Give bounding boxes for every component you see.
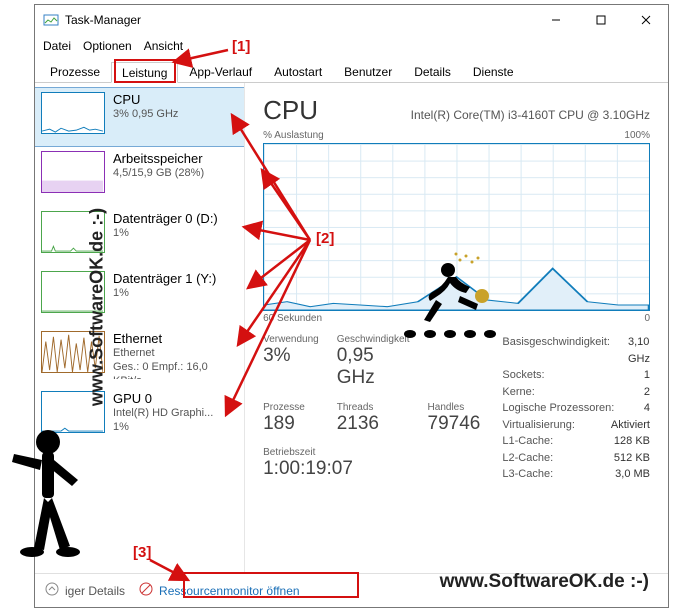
- cpu-model: Intel(R) Core(TM) i3-4160T CPU @ 3.10GHz: [411, 108, 650, 122]
- detail-val: 4: [644, 400, 650, 417]
- menu-datei[interactable]: Datei: [43, 39, 71, 53]
- task-manager-window: Task-Manager Datei Optionen Ansicht Proz…: [34, 4, 669, 608]
- menu-ansicht[interactable]: Ansicht: [144, 39, 183, 53]
- minimize-button[interactable]: [533, 5, 578, 35]
- watermark-left: www.SoftwareOK.de :-): [87, 207, 108, 405]
- detail-val: 128 KB: [614, 433, 650, 450]
- stat-label: Betriebszeit: [263, 447, 480, 458]
- close-button[interactable]: [623, 5, 668, 35]
- window-title: Task-Manager: [65, 13, 141, 27]
- tab-details[interactable]: Details: [403, 61, 462, 82]
- tab-prozesse[interactable]: Prozesse: [39, 61, 111, 82]
- tab-autostart[interactable]: Autostart: [263, 61, 333, 82]
- sidebar-item-sub: Intel(R) HD Graphi...: [113, 407, 213, 421]
- detail-key: L1-Cache:: [502, 433, 553, 450]
- menubar: Datei Optionen Ansicht: [35, 35, 668, 57]
- sidebar-item-label: Datenträger 1 (Y:): [113, 271, 216, 287]
- menu-optionen[interactable]: Optionen: [83, 39, 132, 53]
- stat-label: Verwendung: [263, 334, 319, 345]
- sidebar: CPU 3% 0,95 GHz Arbeitsspeicher 4,5/15,9…: [35, 83, 245, 573]
- sidebar-item-sub: 1%: [113, 227, 218, 241]
- detail-key: Virtualisierung:: [502, 417, 575, 434]
- detail-val: 2: [644, 384, 650, 401]
- main-pane: CPU Intel(R) Core(TM) i3-4160T CPU @ 3.1…: [245, 83, 668, 573]
- sidebar-item-sub2: Ges.: 0 Empf.: 16,0 KBit/s: [113, 361, 238, 379]
- tab-appverlauf[interactable]: App-Verlauf: [178, 61, 263, 82]
- page-title: CPU: [263, 95, 318, 126]
- detail-val: Aktiviert: [611, 417, 650, 434]
- sidebar-item-label: Arbeitsspeicher: [113, 151, 204, 167]
- detail-val: 512 KB: [614, 450, 650, 467]
- sidebar-item-label: CPU: [113, 92, 178, 108]
- stat-label: Threads: [337, 402, 410, 413]
- detail-key: Sockets:: [502, 367, 544, 384]
- sidebar-item-memory[interactable]: Arbeitsspeicher 4,5/15,9 GB (28%): [35, 147, 244, 207]
- stat-uptime: 1:00:19:07: [263, 458, 480, 480]
- tab-leistung[interactable]: Leistung: [111, 62, 178, 83]
- detail-key: Basisgeschwindigkeit:: [502, 334, 610, 367]
- chart-ymax: 100%: [624, 130, 650, 141]
- tabstrip: Prozesse Leistung App-Verlauf Autostart …: [35, 57, 668, 83]
- cpu-chart[interactable]: [263, 143, 650, 311]
- sidebar-item-sub2: 1%: [113, 421, 213, 435]
- chart-ylabel: % Auslastung: [263, 130, 324, 141]
- stat-speed: 0,95 GHz: [337, 345, 410, 389]
- watermark-bottom: www.SoftwareOK.de :-): [440, 571, 649, 593]
- sidebar-item-ethernet[interactable]: Ethernet Ethernet Ges.: 0 Empf.: 16,0 KB…: [35, 327, 244, 387]
- footer-resmon-label: Ressourcenmonitor öffnen: [159, 584, 300, 598]
- stat-label: Geschwindigkeit: [337, 334, 410, 345]
- sidebar-item-label: Datenträger 0 (D:): [113, 211, 218, 227]
- stat-label: Prozesse: [263, 402, 319, 413]
- sidebar-item-sub: 1%: [113, 287, 216, 301]
- detail-val: 1: [644, 367, 650, 384]
- cpu-details: Basisgeschwindigkeit:3,10 GHz Sockets:1 …: [502, 334, 650, 483]
- app-icon: [43, 12, 59, 28]
- resource-monitor-link[interactable]: Ressourcenmonitor öffnen: [139, 582, 300, 599]
- stat-threads: 2136: [337, 413, 410, 435]
- tab-dienste[interactable]: Dienste: [462, 61, 525, 82]
- cpu-thumb: [41, 92, 105, 134]
- resmon-icon: [139, 582, 153, 599]
- sidebar-item-disk1[interactable]: Datenträger 1 (Y:) 1%: [35, 267, 244, 327]
- tab-benutzer[interactable]: Benutzer: [333, 61, 403, 82]
- chart-xmax: 0: [644, 313, 650, 324]
- detail-key: Logische Prozessoren:: [502, 400, 614, 417]
- footer-details-label: iger Details: [65, 584, 125, 598]
- stat-usage: 3%: [263, 345, 319, 367]
- chevron-up-icon: [45, 582, 59, 599]
- stat-processes: 189: [263, 413, 319, 435]
- detail-val: 3,0 MB: [615, 466, 650, 483]
- detail-key: Kerne:: [502, 384, 534, 401]
- sidebar-item-sub: 3% 0,95 GHz: [113, 108, 178, 122]
- sidebar-item-sub: 4,5/15,9 GB (28%): [113, 167, 204, 181]
- detail-key: L2-Cache:: [502, 450, 553, 467]
- sidebar-item-label: Ethernet: [113, 331, 238, 347]
- fewer-details-link[interactable]: iger Details: [45, 582, 125, 599]
- memory-thumb: [41, 151, 105, 193]
- detail-val: 3,10 GHz: [628, 334, 650, 367]
- maximize-button[interactable]: [578, 5, 623, 35]
- titlebar[interactable]: Task-Manager: [35, 5, 668, 35]
- sidebar-item-disk0[interactable]: Datenträger 0 (D:) 1%: [35, 207, 244, 267]
- detail-key: L3-Cache:: [502, 466, 553, 483]
- stat-label: Handles: [428, 402, 481, 413]
- sidebar-item-sub: Ethernet: [113, 347, 238, 361]
- sidebar-item-label: GPU 0: [113, 391, 213, 407]
- stat-handles: 79746: [428, 413, 481, 435]
- sidebar-item-gpu[interactable]: GPU 0 Intel(R) HD Graphi... 1%: [35, 387, 244, 447]
- chart-xmin: 60 Sekunden: [263, 313, 322, 324]
- sidebar-item-cpu[interactable]: CPU 3% 0,95 GHz: [35, 87, 244, 147]
